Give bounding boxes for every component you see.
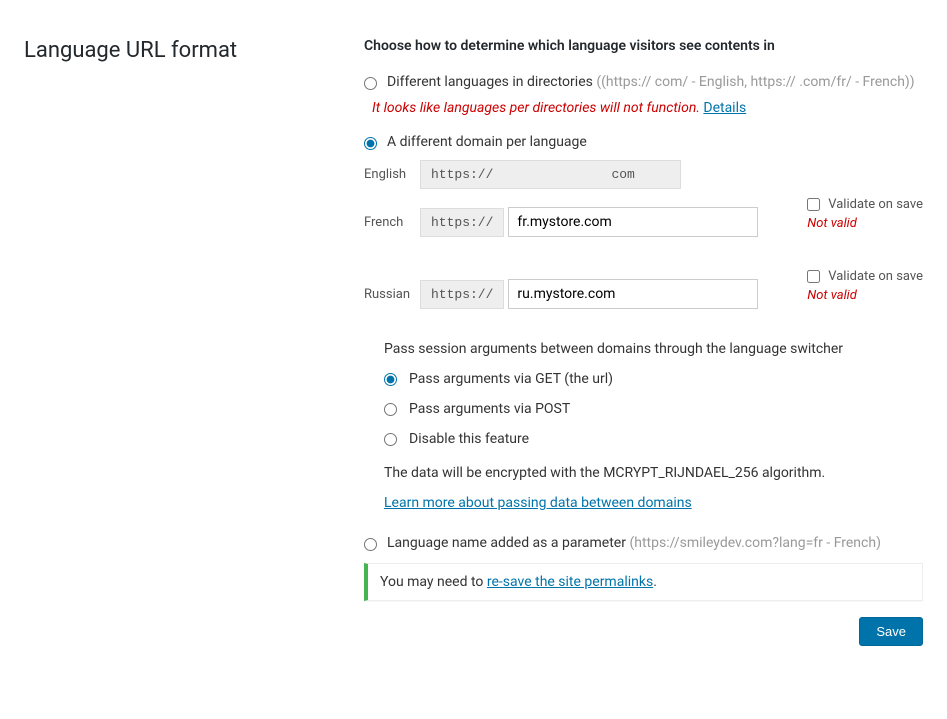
details-link[interactable]: Details: [703, 100, 746, 116]
russian-status: Not valid: [807, 288, 923, 303]
radio-session-disable-label: Disable this feature: [409, 431, 529, 447]
russian-validate-label: Validate on save: [828, 269, 923, 284]
lang-row-russian: Russian https://: [364, 279, 791, 309]
lang-name-russian: Russian: [364, 287, 420, 302]
radio-session-post-label: Pass arguments via POST: [409, 401, 570, 417]
french-validate-checkbox[interactable]: [807, 198, 820, 211]
radio-session-get[interactable]: [384, 373, 397, 386]
lang-row-french: French https://: [364, 207, 791, 237]
section-heading: Choose how to determine which language v…: [364, 38, 923, 54]
french-validate-label: Validate on save: [828, 197, 923, 212]
english-prefix: https://: [420, 160, 503, 189]
radio-session-disable[interactable]: [384, 433, 397, 446]
radio-domain[interactable]: [364, 137, 377, 150]
resave-permalinks-link[interactable]: re-save the site permalinks: [487, 574, 653, 590]
save-button[interactable]: Save: [859, 617, 923, 646]
radio-parameter-label: Language name added as a parameter: [387, 535, 626, 551]
learn-more-link[interactable]: Learn more about passing data between do…: [384, 495, 692, 511]
radio-directories-hint: ((https:// com/ - English, https:// .com…: [596, 74, 914, 90]
french-status: Not valid: [807, 216, 923, 231]
french-prefix: https://: [420, 208, 504, 237]
permalink-notice: You may need to re-save the site permali…: [364, 563, 923, 601]
lang-name-french: French: [364, 215, 420, 230]
russian-validate-checkbox[interactable]: [807, 270, 820, 283]
session-heading: Pass session arguments between domains t…: [384, 341, 923, 357]
radio-directories[interactable]: [364, 77, 377, 90]
lang-row-english: English https:// com: [364, 160, 923, 189]
radio-session-get-label: Pass arguments via GET (the url): [409, 371, 613, 387]
directories-warning: It looks like languages per directories …: [372, 100, 923, 116]
radio-parameter-hint: (https://smileydev.com?lang=fr - French): [629, 535, 881, 551]
russian-domain-input[interactable]: [508, 279, 758, 309]
english-domain: [503, 160, 601, 189]
radio-domain-label: A different domain per language: [387, 134, 587, 150]
english-tld: com: [601, 160, 681, 189]
french-domain-input[interactable]: [508, 207, 758, 237]
page-title: Language URL format: [24, 38, 324, 63]
radio-session-post[interactable]: [384, 403, 397, 416]
encrypt-note: The data will be encrypted with the MCRY…: [384, 465, 923, 481]
lang-name-english: English: [364, 167, 420, 182]
russian-prefix: https://: [420, 280, 504, 309]
radio-directories-label: Different languages in directories: [387, 74, 593, 90]
radio-parameter[interactable]: [364, 538, 377, 551]
